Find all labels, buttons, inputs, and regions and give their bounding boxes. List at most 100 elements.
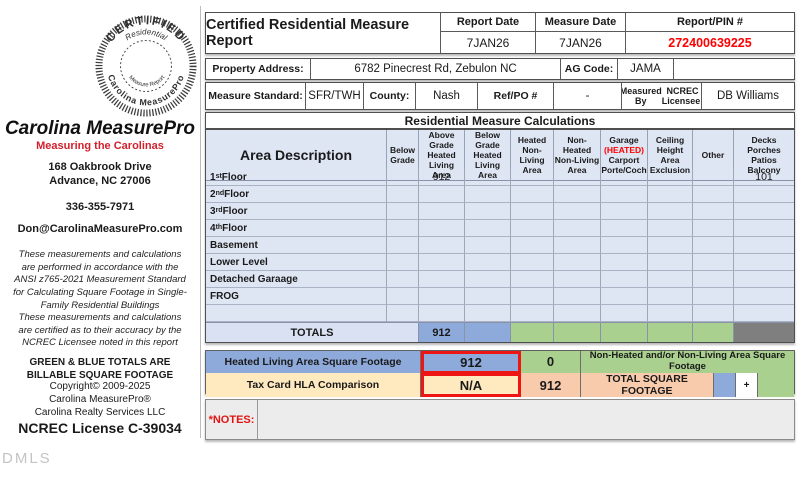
section-title: Residential Measure Calculations bbox=[205, 112, 795, 129]
cell bbox=[601, 288, 648, 305]
cell bbox=[554, 254, 601, 271]
cell bbox=[693, 288, 734, 305]
cell bbox=[419, 237, 465, 254]
cell bbox=[601, 237, 648, 254]
cell bbox=[734, 271, 794, 288]
hla-value: 912 bbox=[421, 351, 521, 374]
cell bbox=[554, 288, 601, 305]
table-row: 3rd Floor bbox=[206, 203, 794, 220]
cell bbox=[734, 220, 794, 237]
measured-by-label: Measured By NCREC Licensee: bbox=[622, 83, 702, 109]
address-line2: Advance, NC 27006 bbox=[49, 175, 151, 188]
report-header: Certified Residential Measure Report Rep… bbox=[205, 12, 795, 54]
total-sqft-label: TOTAL SQUARE FOOTAGE bbox=[581, 373, 714, 397]
cell bbox=[554, 203, 601, 220]
county-label: County: bbox=[364, 83, 416, 109]
cell bbox=[511, 169, 554, 186]
page-title: Certified Residential Measure Report bbox=[206, 13, 441, 53]
row-label bbox=[206, 305, 387, 322]
cell bbox=[693, 169, 734, 186]
cell bbox=[511, 254, 554, 271]
cell bbox=[465, 169, 511, 186]
calculations-table: Area Description Below Grade Above Grade… bbox=[205, 129, 795, 343]
totals-above-grade-hla: 912 bbox=[419, 322, 465, 342]
row-label: Detached Garaage bbox=[206, 271, 387, 288]
cell bbox=[387, 305, 419, 322]
row-label: 3rd Floor bbox=[206, 203, 387, 220]
county-value: Nash bbox=[416, 83, 478, 109]
cell bbox=[419, 254, 465, 271]
company-line: Carolina MeasurePro® bbox=[49, 394, 151, 405]
cell bbox=[734, 288, 794, 305]
cell bbox=[648, 305, 693, 322]
copyright-line: Copyright© 2009-2025 bbox=[49, 381, 151, 392]
summary-block: Heated Living Area Square Footage 912 0 … bbox=[205, 350, 795, 397]
totals-ceiling bbox=[648, 322, 693, 342]
property-row: Property Address: 6782 Pinecrest Rd, Zeb… bbox=[205, 58, 795, 80]
cell bbox=[648, 220, 693, 237]
cell bbox=[554, 169, 601, 186]
property-empty-cell bbox=[674, 59, 794, 79]
cell: 101 bbox=[734, 169, 794, 186]
measure-standard-row: Measure Standard: SFR/TWH County: Nash R… bbox=[205, 82, 795, 110]
cell bbox=[511, 203, 554, 220]
cell bbox=[511, 220, 554, 237]
totals-label: TOTALS bbox=[206, 322, 419, 342]
total-sqft-value: 912 bbox=[521, 373, 581, 397]
taxcard-label: Tax Card HLA Comparison bbox=[206, 373, 421, 397]
cell bbox=[419, 220, 465, 237]
property-address-label: Property Address: bbox=[206, 59, 311, 79]
cell bbox=[601, 220, 648, 237]
cell bbox=[734, 203, 794, 220]
totals-heated-nonliving bbox=[511, 322, 554, 342]
measure-standard-label: Measure Standard: bbox=[206, 83, 306, 109]
cell bbox=[511, 288, 554, 305]
billable-note: GREEN & BLUE TOTALS ARE BILLABLE SQUARE … bbox=[26, 357, 174, 381]
totals-garage bbox=[601, 322, 648, 342]
garage-heated-flag: (HEATED) bbox=[604, 145, 644, 156]
pin-label: Report/PIN # bbox=[626, 13, 794, 32]
cell bbox=[419, 288, 465, 305]
table-row: FROG bbox=[206, 288, 794, 305]
cell bbox=[693, 237, 734, 254]
cell bbox=[693, 203, 734, 220]
cell bbox=[734, 237, 794, 254]
totals-below-grade-hla bbox=[465, 322, 511, 342]
measured-by-value: DB Williams bbox=[717, 90, 779, 102]
cell bbox=[387, 203, 419, 220]
table-row: 4th Floor bbox=[206, 220, 794, 237]
svg-text:Measure Report: Measure Report bbox=[127, 75, 166, 89]
cell bbox=[693, 220, 734, 237]
cell bbox=[465, 220, 511, 237]
cell bbox=[465, 237, 511, 254]
cell bbox=[465, 271, 511, 288]
table-header-row: Area Description Below Grade Above Grade… bbox=[206, 130, 794, 182]
cell bbox=[387, 254, 419, 271]
cell bbox=[693, 254, 734, 271]
cell bbox=[648, 203, 693, 220]
cell bbox=[648, 237, 693, 254]
cell bbox=[465, 254, 511, 271]
disclaimer-certified: These measurements and calculations are … bbox=[18, 312, 182, 349]
plus-sign: + bbox=[736, 373, 758, 397]
row-label: FROG bbox=[206, 288, 387, 305]
totals-other bbox=[693, 322, 734, 342]
phone-number: 336-355-7971 bbox=[65, 201, 135, 213]
cell bbox=[387, 288, 419, 305]
cell bbox=[387, 186, 419, 203]
cell bbox=[554, 237, 601, 254]
cell bbox=[601, 271, 648, 288]
copyright-block: Copyright© 2009-2025 Carolina MeasurePro… bbox=[0, 380, 200, 419]
cell bbox=[648, 169, 693, 186]
cell bbox=[511, 305, 554, 322]
cell bbox=[693, 271, 734, 288]
cell bbox=[601, 254, 648, 271]
ag-code-value: JAMA bbox=[618, 59, 674, 79]
cell bbox=[511, 186, 554, 203]
cell bbox=[387, 220, 419, 237]
cell bbox=[465, 186, 511, 203]
seal-arc-center: Measure Report bbox=[127, 75, 166, 89]
row-label: Basement bbox=[206, 237, 387, 254]
cell bbox=[648, 186, 693, 203]
email-address: Don@CarolinaMeasurePro.com bbox=[17, 223, 183, 235]
